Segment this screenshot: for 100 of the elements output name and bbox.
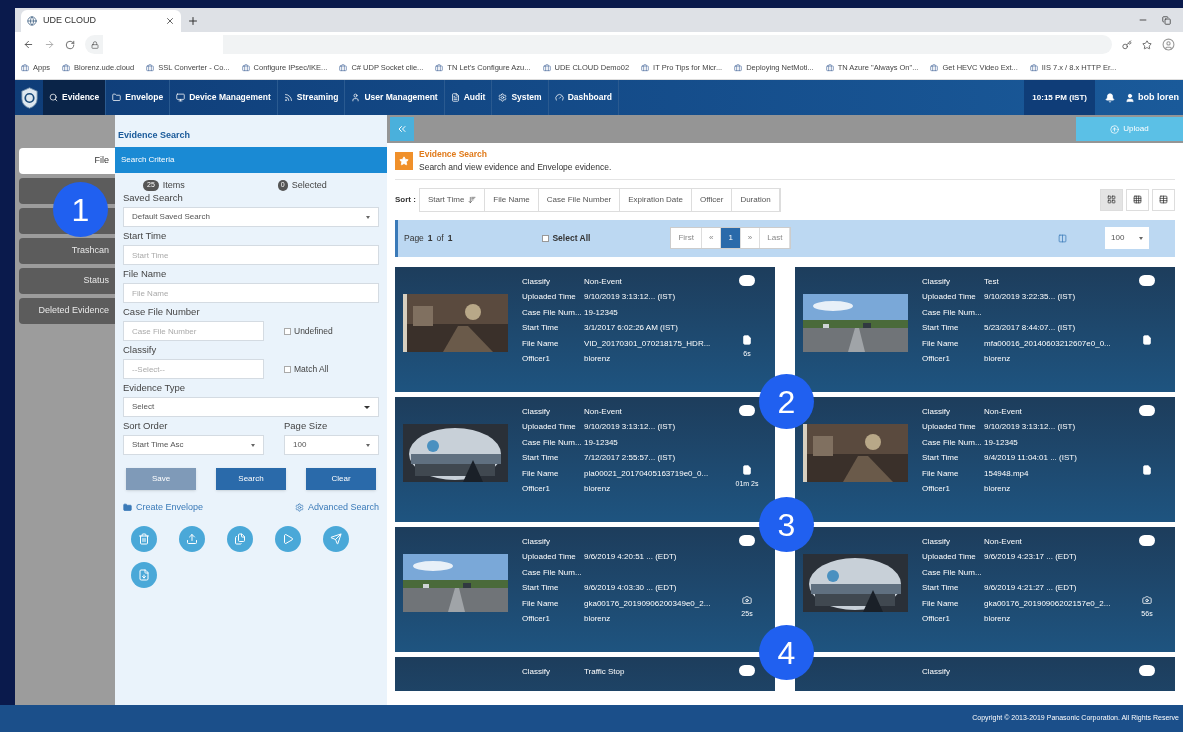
field-label: Start Time <box>522 582 560 594</box>
files-icon <box>234 532 246 545</box>
form-button[interactable]: Clear <box>306 468 376 490</box>
sort-option[interactable]: Start Time <box>419 188 486 211</box>
folder-icon <box>123 503 132 513</box>
pager-button[interactable]: First <box>671 228 702 248</box>
evidence-type-select[interactable]: Select <box>123 397 379 417</box>
field-label: Start Time <box>522 322 560 334</box>
field-label: Saved Search <box>123 192 184 204</box>
saved-search-select[interactable]: Default Saved Search <box>123 207 379 227</box>
close-icon[interactable] <box>165 16 175 26</box>
field-label: Officer1 <box>522 353 551 365</box>
action-button[interactable] <box>275 525 301 552</box>
restore-icon[interactable] <box>1162 16 1171 25</box>
toggle-icon[interactable] <box>739 664 755 676</box>
field-value: 9/6/2019 4:21:27 ... (EDT) <box>984 583 1077 592</box>
toggle-icon[interactable] <box>1139 664 1155 676</box>
toggle-icon[interactable] <box>739 274 755 286</box>
sidebar-tab[interactable]: Deleted Evidence <box>19 298 115 324</box>
evidence-card[interactable]: Classify Traffic Stop <box>395 656 775 691</box>
bell-icon[interactable] <box>1105 92 1115 103</box>
field-label: Uploaded Time <box>522 551 577 563</box>
gauge-icon <box>554 93 564 102</box>
field-label: Officer1 <box>522 483 551 495</box>
document-icon <box>742 464 752 475</box>
action-button[interactable] <box>131 525 157 552</box>
page-size-select[interactable]: 100 <box>1105 227 1149 249</box>
file-name-field[interactable]: File Name <box>123 283 379 303</box>
sort-option[interactable]: Duration <box>732 188 780 211</box>
sort-option[interactable]: Case File Number <box>538 188 621 211</box>
undefined-checkbox[interactable]: Undefined <box>284 324 333 338</box>
page-size-select[interactable]: 100 <box>284 435 379 455</box>
create-envelope-link[interactable]: Create Envelope <box>123 501 204 515</box>
evidence-card[interactable]: Classify Test Uploaded Time 9/10/2019 3:22:35... (IST) Case File Num... Start Time 5/23/2017 8:44:07... (IST) File Name mfa00016_20140603212607e0_0... Officer1 blorenz <box>795 266 1175 392</box>
field-label: Start Time <box>922 322 960 334</box>
sidebar-tab[interactable]: Status <box>19 268 115 294</box>
folder-icon <box>112 93 122 102</box>
action-button[interactable] <box>323 525 349 552</box>
action-button[interactable] <box>131 561 157 588</box>
caret-icon <box>364 405 370 409</box>
caret-icon <box>1139 236 1143 240</box>
profile-icon[interactable] <box>1162 38 1175 51</box>
start-time-field[interactable]: Start Time <box>123 245 379 265</box>
field-value: gka00176_20190906200349e0_2... <box>584 598 711 608</box>
page-subtitle: Search and view evidence and Envelope evidence. <box>419 160 612 174</box>
browser-tab[interactable]: UDE CLOUD <box>21 10 181 32</box>
field-label: Start Time <box>922 582 960 594</box>
view-button[interactable] <box>1152 188 1175 211</box>
star-icon[interactable] <box>1142 39 1152 50</box>
key-icon[interactable] <box>1122 39 1132 50</box>
columns-icon[interactable] <box>1058 233 1067 243</box>
bookmark-icon <box>435 64 444 72</box>
field-label: Page Size <box>284 420 329 432</box>
action-button[interactable] <box>227 525 253 552</box>
bookmark-icon <box>21 64 29 72</box>
view-button[interactable] <box>1126 188 1149 211</box>
sort-option[interactable]: Officer <box>691 188 733 211</box>
sidebar-tab[interactable]: File <box>19 148 115 174</box>
star-badge-icon <box>395 151 413 170</box>
action-button[interactable] <box>179 525 205 552</box>
nav-tab[interactable]: Evidence <box>43 80 107 115</box>
form-button[interactable]: Search <box>216 468 286 490</box>
sort-option[interactable]: Expiration Date <box>620 188 692 211</box>
view-button[interactable] <box>1100 188 1123 211</box>
pager-button[interactable]: » <box>740 228 761 248</box>
field-value: 9/10/2019 3:13:12... (IST) <box>984 422 1076 431</box>
field-value: 9/10/2019 3:13:12... (IST) <box>584 292 676 301</box>
new-tab-icon[interactable] <box>187 15 199 27</box>
classify-field[interactable]: --Select-- <box>123 359 264 379</box>
sidebar-tab[interactable]: Trashcan <box>19 238 115 264</box>
toggle-icon[interactable] <box>1139 274 1155 286</box>
evidence-card[interactable]: Classify Non-Event Uploaded Time 9/10/2019 3:13:12... (IST) Case File Num... 19-12345 Start Time 9/4/2019 11:04:01 ... (IST) File Name 154948.mp4 Officer1 blorenz <box>795 396 1175 522</box>
reload-icon[interactable] <box>65 39 75 50</box>
pager-button[interactable]: Last <box>760 228 791 248</box>
tab-title: UDE CLOUD <box>43 14 97 28</box>
camera-icon <box>1142 594 1152 605</box>
page-title: Evidence Search <box>419 148 489 161</box>
field-label: Start Time <box>123 230 168 242</box>
toggle-icon[interactable] <box>1139 404 1155 416</box>
select-all-checkbox[interactable]: Select All <box>542 231 591 245</box>
settings-icon <box>498 93 508 102</box>
pager-button[interactable]: 1 <box>721 228 741 248</box>
document-icon <box>1142 464 1152 475</box>
evidence-card[interactable]: Classify <box>795 656 1175 691</box>
rss-icon <box>283 93 293 102</box>
bookmark-icon <box>641 64 650 72</box>
toggle-icon[interactable] <box>1139 534 1155 546</box>
field-label: Classify <box>922 535 951 548</box>
back-icon[interactable] <box>23 39 34 50</box>
bookmark-icon <box>146 64 155 72</box>
toggle-icon[interactable] <box>739 534 755 546</box>
sort-option[interactable]: File Name <box>485 188 539 211</box>
match-all-checkbox[interactable]: Match All <box>284 362 329 376</box>
toggle-icon[interactable] <box>739 404 755 416</box>
user-menu[interactable]: bob loren <box>1125 80 1183 115</box>
field-label: Start Time <box>522 452 560 464</box>
sort-order-select[interactable]: Start Time Asc <box>123 435 264 455</box>
pager-button[interactable]: « <box>701 228 722 248</box>
case-file-number-field[interactable]: Case File Number <box>123 321 264 341</box>
advanced-search-link[interactable]: Advanced Search <box>294 501 379 515</box>
